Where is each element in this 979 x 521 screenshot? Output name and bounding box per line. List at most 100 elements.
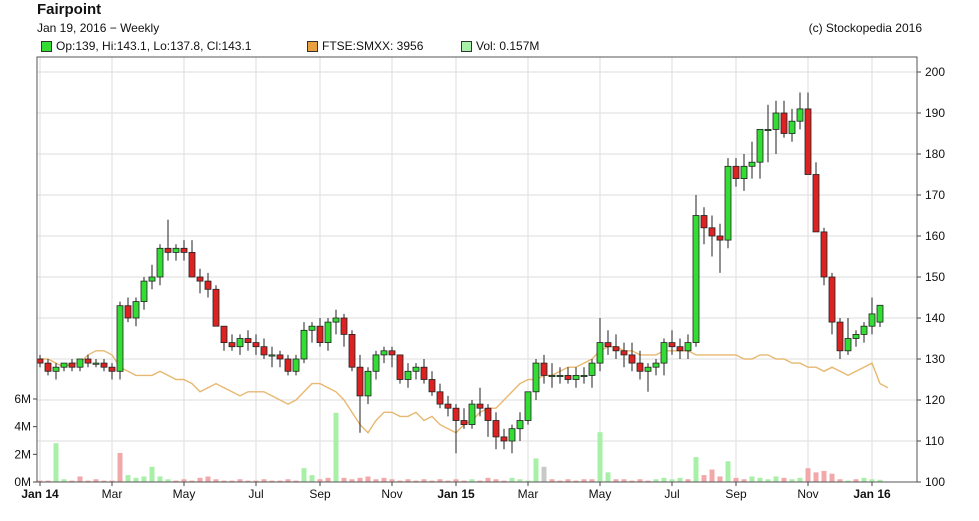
candlestick (676, 338, 684, 359)
price-tick-label: 100 (925, 475, 945, 489)
candlestick (476, 387, 484, 417)
price-tick-label: 150 (925, 270, 945, 284)
candle-body (100, 362, 108, 368)
candlestick (772, 100, 780, 154)
volume-tick-label: 4M (14, 420, 31, 434)
candle-body (356, 366, 364, 397)
candlestick (300, 322, 308, 364)
candle-body (380, 350, 388, 356)
candle-body (68, 362, 76, 368)
candlestick (604, 330, 612, 355)
volume-bar (357, 477, 363, 482)
candlestick (820, 227, 828, 286)
candle-body (44, 362, 52, 372)
volume-bar (133, 477, 139, 482)
volume-bar (781, 477, 787, 482)
candlestick (44, 359, 52, 376)
candlestick (36, 354, 44, 368)
candlestick (332, 309, 340, 335)
candle-body (396, 354, 404, 380)
candle-body (292, 358, 300, 372)
candlestick (92, 359, 100, 368)
candle-body (684, 342, 692, 352)
candle-body (60, 362, 68, 368)
candlestick (628, 342, 636, 372)
candlestick (460, 408, 468, 429)
candlestick (60, 362, 68, 372)
candlestick (236, 334, 244, 355)
date-tick-label: Jul (248, 487, 263, 501)
candlestick (828, 272, 836, 335)
candle-body (700, 215, 708, 229)
candle-body (300, 329, 308, 360)
candlestick (404, 363, 412, 388)
candle-body (868, 313, 876, 327)
candle-body (284, 358, 292, 372)
candle-body (788, 120, 796, 134)
date-tick-label: May (173, 487, 196, 501)
volume-tick-label: 2M (14, 447, 31, 461)
date-tick-label: Jan 14 (21, 487, 59, 501)
candlestick (812, 162, 820, 233)
candlestick (548, 363, 556, 388)
candlestick (564, 367, 572, 384)
candlestick (612, 334, 620, 359)
volume-bar (325, 477, 331, 482)
candlestick (444, 395, 452, 417)
candle-body (508, 428, 516, 442)
volume-bar (301, 468, 307, 482)
candlestick (100, 359, 108, 372)
date-tick-label: May (589, 487, 612, 501)
candle-body (196, 276, 204, 282)
candle-body (340, 317, 348, 335)
candlestick (788, 108, 796, 142)
candle-body (596, 342, 604, 364)
candle-body (164, 247, 172, 253)
candle-body (524, 391, 532, 421)
candlestick (76, 358, 84, 372)
candle-body (636, 362, 644, 372)
candlestick (484, 404, 492, 437)
volume-bar (821, 470, 827, 482)
candle-body (492, 420, 500, 438)
candle-body (532, 362, 540, 393)
candle-body (420, 366, 428, 380)
candlestick (692, 195, 700, 347)
date-tick-label: Sep (725, 487, 747, 501)
volume-bars (37, 412, 883, 482)
candle-body (828, 276, 836, 323)
candlestick (716, 223, 724, 273)
candlestick (116, 301, 124, 380)
candle-body (708, 227, 716, 237)
candle-body (772, 112, 780, 130)
candlestick (524, 391, 532, 425)
candle-body (556, 374, 564, 377)
candlestick (660, 338, 668, 376)
date-tick-label: Nov (797, 487, 818, 501)
candlestick (316, 318, 324, 347)
volume-tick-label: 0M (14, 475, 31, 489)
candlestick (756, 128, 764, 179)
candle-body (92, 362, 100, 365)
candle-body (468, 403, 476, 426)
candle-body (580, 374, 588, 377)
volume-bar (205, 476, 211, 482)
candlestick (876, 304, 884, 328)
candle-body (820, 231, 828, 278)
candle-body (388, 350, 396, 356)
volume-bar (597, 432, 603, 482)
candle-body (212, 288, 220, 327)
candle-body (876, 304, 884, 323)
volume-bar (533, 458, 539, 482)
candle-body (756, 128, 764, 163)
candlesticks (36, 92, 884, 454)
volume-bar (77, 476, 83, 482)
candlestick (436, 383, 444, 409)
date-tick-label: Jul (664, 487, 679, 501)
candlestick (148, 264, 156, 290)
volume-bar (829, 473, 835, 482)
volume-bar (509, 477, 515, 482)
candle-body (724, 165, 732, 241)
candle-body (460, 420, 468, 425)
volume-bar (309, 475, 315, 482)
